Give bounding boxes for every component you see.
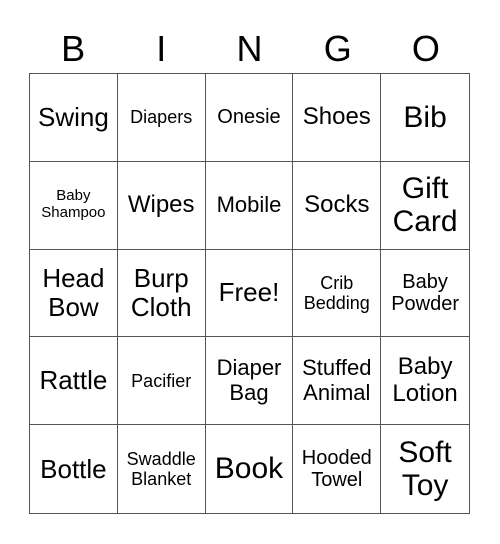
bingo-cell[interactable]: Shoes xyxy=(293,74,382,162)
header-letter-o: O xyxy=(411,28,440,69)
bingo-header: B I N G O xyxy=(29,26,470,72)
bingo-cell[interactable]: Soft Toy xyxy=(381,425,469,513)
bingo-cell[interactable]: Diaper Bag xyxy=(205,337,294,426)
free-space[interactable]: Free! xyxy=(205,249,294,338)
bingo-cell[interactable]: Book xyxy=(206,425,294,513)
bingo-grid: Swing Diapers Onesie Shoes Bib Baby Sham… xyxy=(29,73,470,514)
header-letter-g: G xyxy=(323,28,352,69)
bingo-cell[interactable]: Stuffed Animal xyxy=(293,337,382,426)
bingo-cell[interactable]: Burp Cloth xyxy=(117,249,206,338)
bingo-cell[interactable]: Hooded Towel xyxy=(293,425,382,513)
header-letter-n: N xyxy=(236,28,263,69)
bingo-cell[interactable]: Swaddle Blanket xyxy=(118,425,206,513)
header-letter-i: I xyxy=(156,28,167,69)
bingo-cell[interactable]: Wipes xyxy=(117,161,206,250)
bingo-cell[interactable]: Gift Card xyxy=(381,162,469,250)
bingo-cell[interactable]: Rattle xyxy=(30,337,118,426)
bingo-cell[interactable]: Pacifier xyxy=(117,337,206,426)
bingo-cell[interactable]: Socks xyxy=(293,161,382,250)
bingo-cell[interactable]: Swing xyxy=(30,74,118,162)
bingo-cell[interactable]: Bib xyxy=(381,74,469,162)
bingo-cell[interactable]: Baby Powder xyxy=(381,250,469,338)
bingo-cell[interactable]: Baby Shampoo xyxy=(30,161,118,250)
bingo-cell[interactable]: Bottle xyxy=(30,425,118,513)
bingo-cell[interactable]: Crib Bedding xyxy=(293,249,382,338)
bingo-cell[interactable]: Mobile xyxy=(205,161,294,250)
bingo-cell[interactable]: Baby Lotion xyxy=(381,337,469,426)
bingo-cell[interactable]: Head Bow xyxy=(30,249,118,338)
bingo-cell[interactable]: Onesie xyxy=(205,74,294,162)
bingo-cell[interactable]: Diapers xyxy=(117,74,206,162)
header-letter-b: B xyxy=(61,28,86,69)
